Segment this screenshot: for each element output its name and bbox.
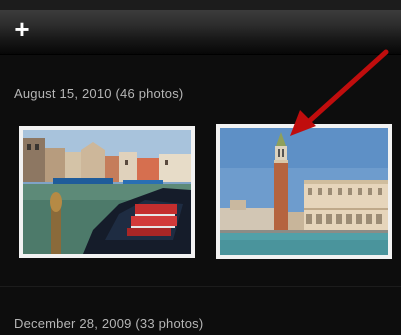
red-arrow-annotation — [290, 49, 389, 136]
